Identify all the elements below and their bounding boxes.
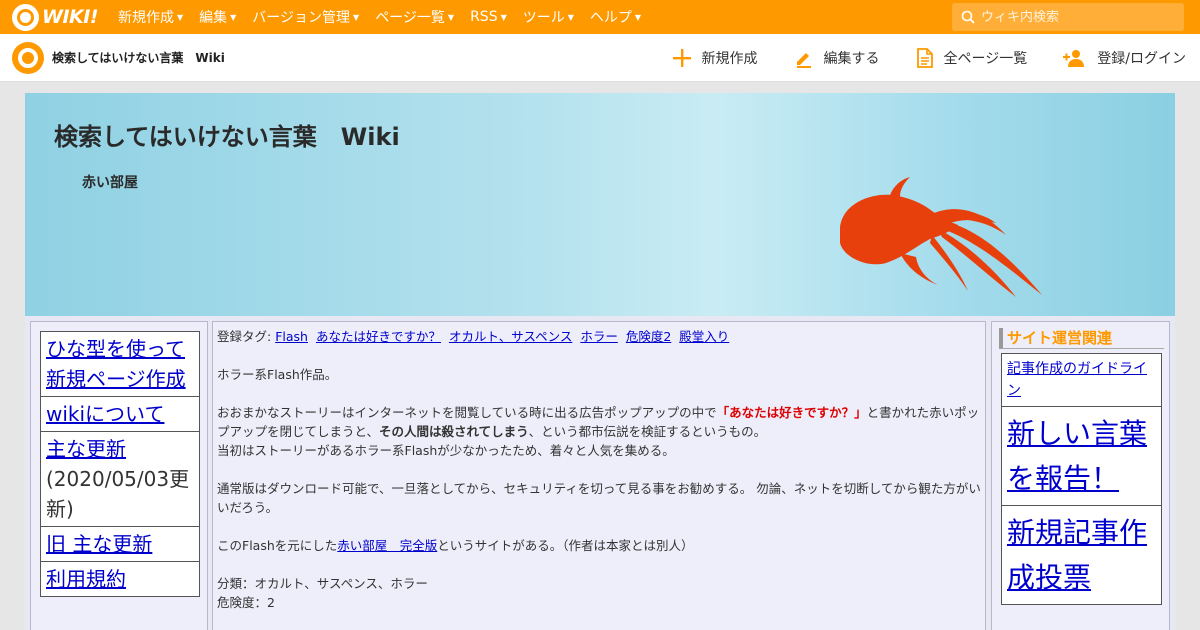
story-paragraph: おおまかなストーリーはインターネットを閲覧している時に出る広告ポップアップの中で…	[217, 403, 981, 460]
create-page-button[interactable]: 新規作成	[672, 48, 758, 68]
list-item: 新規記事作成投票	[1001, 505, 1162, 605]
menu-rss-label: RSS	[470, 9, 498, 25]
create-page-label: 新規作成	[701, 51, 758, 67]
document-icon	[916, 48, 933, 68]
list-item: ひな型を使って新規ページ作成	[40, 331, 200, 397]
tag-link[interactable]: 危険度2	[626, 329, 671, 344]
link-new-article-vote[interactable]: 新規記事作成投票	[1007, 516, 1147, 594]
list-item: 主な更新 (2020/05/03更新)	[40, 431, 200, 527]
advice-paragraph: 通常版はダウンロード可能で、一旦落としてから、セキュリティを切って見る事をお勧め…	[217, 481, 981, 515]
goldfish-icon	[840, 177, 1042, 297]
story-text: 、という都市伝説を検証するというもの。	[528, 424, 767, 439]
login-label: 登録/ログイン	[1097, 51, 1186, 67]
link-terms[interactable]: 利用規約	[46, 567, 126, 591]
update-date-note: (2020/05/03更新)	[46, 467, 190, 521]
top-menu: 新規作成 ▼ 編集 ▼ バージョン管理 ▼ ページ一覧 ▼ RSS ▼ ツール ▼ ヘルプ ▼	[110, 0, 649, 34]
classification-paragraph: 分類：オカルト、サスペンス、ホラー 危険度：2	[217, 574, 981, 612]
link-about-wiki[interactable]: wikiについて	[46, 402, 164, 426]
caret-down-icon: ▼	[230, 12, 237, 22]
content-area: ひな型を使って新規ページ作成 wikiについて 主な更新 (2020/05/03更…	[25, 316, 1175, 630]
story-text: おおまかなストーリーはインターネットを閲覧している時に出る広告ポップアップの中で	[217, 405, 717, 420]
list-item: wikiについて	[40, 396, 200, 432]
caret-down-icon: ▼	[353, 12, 360, 22]
link-guidelines[interactable]: 記事作成のガイドライン	[1007, 361, 1147, 399]
intro-paragraph: ホラー系Flash作品。	[217, 367, 338, 382]
menu-help[interactable]: ヘルプ ▼	[582, 7, 649, 27]
related-text: というサイトがある。（作者は本家とは別人）	[437, 538, 694, 553]
menu-rss[interactable]: RSS ▼	[462, 9, 515, 25]
all-pages-label: 全ページ一覧	[943, 51, 1028, 67]
header-banner: 検索してはいけない言葉 Wiki 赤い部屋	[25, 93, 1175, 316]
related-text: このFlashを元にした	[217, 538, 338, 553]
link-new-page-template[interactable]: ひな型を使って新規ページ作成	[46, 337, 186, 391]
search-box[interactable]	[952, 3, 1184, 31]
right-sidebar: サイト運営関連 記事作成のガイドライン 新しい言葉を報告！ 新規記事作成投票	[991, 321, 1170, 630]
at-logo-icon	[12, 3, 39, 31]
caret-down-icon: ▼	[634, 12, 642, 22]
tag-link[interactable]: オカルト、サスペンス	[449, 329, 572, 344]
story-text: 当初はストーリーがあるホラー系Flashが少なかったため、着々と人気を集める。	[217, 443, 675, 458]
menu-pages-label: ページ一覧	[375, 10, 445, 26]
site-title[interactable]: 検索してはいけない言葉 Wiki	[52, 49, 225, 66]
menu-version-label: バージョン管理	[252, 10, 351, 26]
login-button[interactable]: 登録/ログイン	[1063, 48, 1186, 68]
list-item: 新しい言葉を報告！	[1001, 406, 1162, 506]
menu-new-label: 新規作成	[117, 10, 174, 26]
tag-link[interactable]: Flash	[275, 329, 308, 344]
site-bar: 検索してはいけない言葉 Wiki 新規作成 編集する 全ページ一覧 登録/ログイ…	[0, 34, 1200, 82]
left-menu-table: ひな型を使って新規ページ作成 wikiについて 主な更新 (2020/05/03更…	[40, 331, 200, 597]
search-input[interactable]	[981, 9, 1171, 25]
top-bar: WIKI! 新規作成 ▼ 編集 ▼ バージョン管理 ▼ ページ一覧 ▼ RSS ▼ ツール…	[0, 0, 1200, 34]
warning-text: 「あなたは好きですか？」	[716, 405, 867, 420]
plus-icon	[672, 49, 691, 67]
tag-list: 登録タグ: Flash あなたは好きですか？ オカルト、サスペンス ホラー 危険…	[217, 327, 981, 346]
edit-page-label: 編集する	[823, 51, 880, 67]
menu-tools[interactable]: ツール ▼	[515, 7, 582, 27]
tag-link[interactable]: 殿堂入り	[679, 329, 729, 344]
search-icon	[961, 10, 975, 24]
pencil-icon	[796, 53, 811, 68]
link-main-updates[interactable]: 主な更新	[46, 437, 126, 461]
site-logo-icon[interactable]	[12, 42, 44, 74]
page-title[interactable]: 検索してはいけない言葉 Wiki	[54, 117, 400, 152]
all-pages-button[interactable]: 全ページ一覧	[916, 48, 1028, 68]
tag-link[interactable]: あなたは好きですか？	[316, 329, 441, 344]
list-item: 旧 主な更新	[40, 526, 200, 562]
right-menu-table: 記事作成のガイドライン 新しい言葉を報告！ 新規記事作成投票	[1001, 353, 1162, 605]
menu-tools-label: ツール	[522, 10, 565, 26]
caret-down-icon: ▼	[500, 12, 507, 22]
main-article: 登録タグ: Flash あなたは好きですか？ オカルト、サスペンス ホラー 危険…	[212, 321, 986, 630]
atwiki-logo[interactable]: WIKI!	[12, 3, 98, 31]
menu-edit[interactable]: 編集 ▼	[191, 7, 244, 27]
tag-link[interactable]: ホラー	[580, 329, 618, 344]
danger-level-text: 危険度：2	[217, 595, 275, 610]
list-item: 記事作成のガイドライン	[1001, 353, 1162, 407]
classification-text: 分類：オカルト、サスペンス、ホラー	[217, 576, 428, 591]
link-complete-version[interactable]: 赤い部屋 完全版	[337, 538, 437, 553]
tag-label: 登録タグ:	[217, 329, 272, 344]
menu-version[interactable]: バージョン管理 ▼	[244, 7, 367, 27]
caret-down-icon: ▼	[176, 12, 184, 22]
emphasis-text: その人間は殺されてしまう	[379, 424, 529, 439]
site-admin-heading: サイト運営関連	[999, 328, 1164, 349]
menu-pages[interactable]: ページ一覧 ▼	[367, 7, 462, 27]
link-old-updates[interactable]: 旧 主な更新	[46, 532, 152, 556]
edit-page-button[interactable]: 編集する	[794, 48, 880, 68]
add-user-icon	[1063, 50, 1085, 67]
site-nav: 新規作成 編集する 全ページ一覧 登録/ログイン	[636, 34, 1186, 82]
caret-down-icon: ▼	[447, 12, 455, 22]
related-paragraph: このFlashを元にした赤い部屋 完全版というサイトがある。（作者は本家とは別人…	[217, 536, 981, 555]
caret-down-icon: ▼	[567, 12, 574, 22]
page-subtitle: 赤い部屋	[82, 175, 138, 191]
list-item: 利用規約	[40, 561, 200, 597]
left-sidebar: ひな型を使って新規ページ作成 wikiについて 主な更新 (2020/05/03更…	[30, 321, 208, 630]
menu-help-label: ヘルプ	[589, 10, 632, 26]
logo-text: WIKI!	[42, 6, 98, 28]
link-report-new-word[interactable]: 新しい言葉を報告！	[1007, 417, 1147, 495]
menu-new[interactable]: 新規作成 ▼	[110, 7, 191, 27]
menu-edit-label: 編集	[199, 10, 228, 26]
